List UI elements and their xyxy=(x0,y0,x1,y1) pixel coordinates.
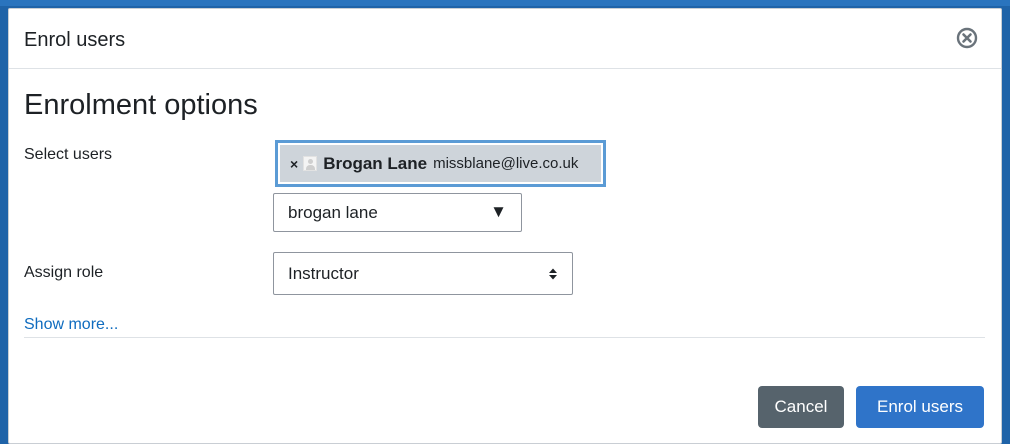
enrol-users-button[interactable]: Enrol users xyxy=(856,386,984,428)
selected-user-chip[interactable]: × Brogan Lane missblane@live.co.uk xyxy=(280,145,601,182)
show-more-link[interactable]: Show more... xyxy=(24,316,118,334)
selected-user-name: Brogan Lane xyxy=(323,153,428,173)
footer-divider xyxy=(24,337,985,338)
selected-users-list: × Brogan Lane missblane@live.co.uk xyxy=(275,140,606,187)
user-search-value: brogan lane xyxy=(288,203,378,222)
dialog-header: Enrol users xyxy=(9,9,1001,69)
close-button[interactable] xyxy=(956,27,978,49)
assign-role-value: Instructor xyxy=(288,264,359,283)
close-circle-icon xyxy=(956,27,978,49)
cancel-button[interactable]: Cancel xyxy=(758,386,844,428)
enrolment-options-heading: Enrolment options xyxy=(24,89,258,121)
selected-user-email: missblane@live.co.uk xyxy=(433,155,579,172)
remove-user-icon[interactable]: × xyxy=(290,156,298,172)
dropdown-arrow-icon[interactable]: ▼ xyxy=(490,202,507,222)
user-picture-icon xyxy=(303,156,318,171)
select-users-label: Select users xyxy=(24,146,113,163)
up-down-arrows-icon xyxy=(549,268,557,280)
page-backdrop xyxy=(0,0,1010,6)
enrol-users-dialog: Enrol users Enrolment options Select use… xyxy=(8,8,1002,444)
assign-role-select[interactable]: Instructor xyxy=(273,252,573,295)
assign-role-label: Assign role xyxy=(24,264,104,281)
user-search-select[interactable]: brogan lane ▼ xyxy=(273,193,522,232)
dialog-title: Enrol users xyxy=(24,29,126,51)
